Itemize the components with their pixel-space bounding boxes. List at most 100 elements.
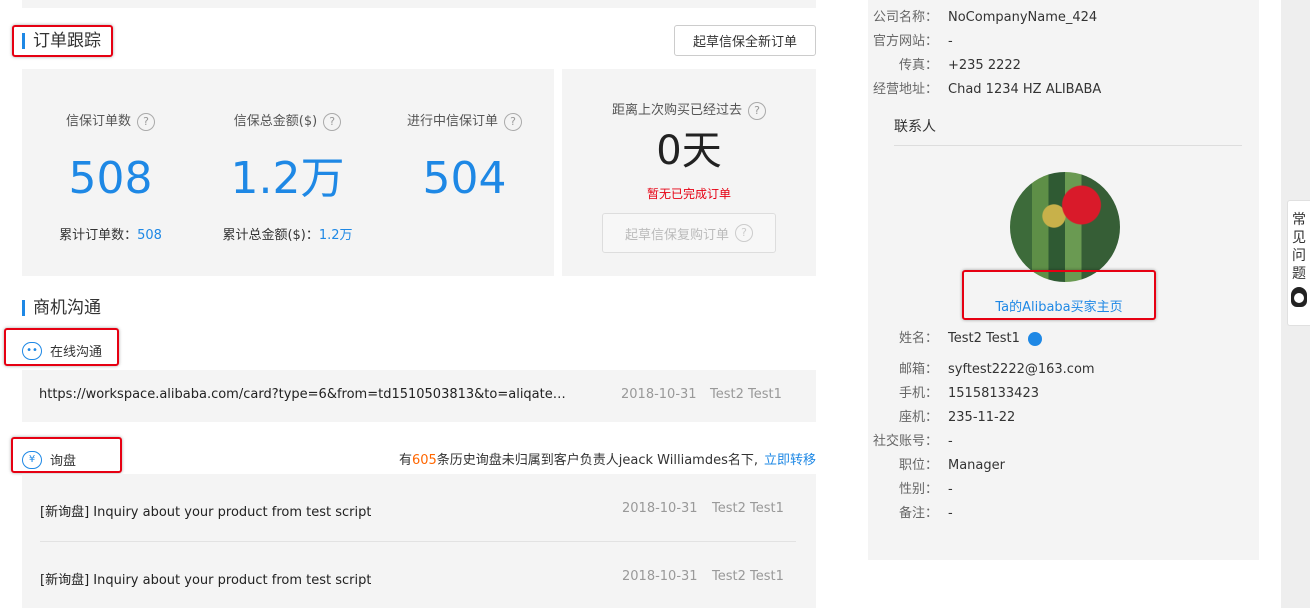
chat-link-text[interactable]: https://workspace.alibaba.com/card?type=… bbox=[39, 387, 575, 402]
communication-title: 商机沟通 bbox=[22, 298, 101, 318]
field-key: 传真： bbox=[898, 58, 938, 73]
inquiry-subject[interactable]: [新询盘] Inquiry about your product from te… bbox=[40, 569, 371, 588]
company-name-row: 公司名称： NoCompanyName_424 bbox=[868, 6, 1097, 25]
field-key: 邮箱： bbox=[898, 362, 938, 377]
field-value: +235 2222 bbox=[948, 58, 1021, 73]
field-value: 235-11-22 bbox=[948, 410, 1016, 425]
help-icon[interactable]: ? bbox=[323, 112, 342, 131]
list-item[interactable]: https://workspace.alibaba.com/card?type=… bbox=[22, 370, 816, 422]
inquiry-user: Test2 Test1 bbox=[712, 501, 784, 516]
message-date: 2018-10-31 bbox=[621, 387, 697, 402]
help-icon[interactable]: ? bbox=[137, 112, 155, 131]
stat-active-orders: 进行中信保订单? 504 bbox=[376, 69, 553, 276]
repurchase-order-button[interactable]: 起草信保复购订单? bbox=[602, 213, 776, 253]
remark-row: 备注： - bbox=[868, 502, 953, 521]
days-since-purchase: 0天 bbox=[656, 128, 722, 174]
inquiry-date: 2018-10-31 bbox=[622, 569, 698, 584]
inquiry-title: 询盘 bbox=[50, 454, 77, 469]
social-row: 社交账号： - bbox=[868, 430, 953, 449]
field-value: 15158133423 bbox=[948, 386, 1039, 401]
chat-status-icon[interactable] bbox=[1027, 331, 1042, 346]
unassigned-count: 605 bbox=[411, 453, 437, 468]
online-chat-title: 在线沟通 bbox=[50, 345, 103, 360]
stat-label: 信保订单数 bbox=[65, 114, 131, 129]
stat-value: 1.2万 bbox=[230, 153, 345, 204]
list-item[interactable]: [新询盘] Inquiry about your product from te… bbox=[22, 474, 816, 541]
faq-char: 常 bbox=[1292, 212, 1306, 228]
field-key: 座机： bbox=[898, 410, 938, 425]
stat-value: 504 bbox=[422, 153, 507, 204]
message-user: Test2 Test1 bbox=[710, 387, 782, 402]
field-key: 公司名称： bbox=[872, 10, 938, 25]
field-value: syftest2222@163.com bbox=[948, 362, 1095, 377]
order-tracking-title: 订单跟踪 bbox=[22, 31, 101, 51]
stat-label: 信保总金额($) bbox=[233, 114, 318, 129]
unassigned-inquiry-note: 有605条历史询盘未归属到客户负责人jeack Williamdes名下, 立即转… bbox=[399, 449, 816, 468]
repurchase-label: 起草信保复购订单 bbox=[624, 227, 729, 243]
stat-total-amount: 信保总金额($)? 1.2万 累计总金额($)：1.2万 bbox=[199, 69, 376, 276]
landline-row: 座机： 235-11-22 bbox=[868, 406, 1015, 425]
order-stats-panel: 信保订单数? 508 累计订单数：508 信保总金额($)? 1.2万 累计总金… bbox=[22, 69, 554, 276]
help-icon[interactable]: ? bbox=[748, 101, 766, 120]
chat-bubble-icon: •• bbox=[22, 341, 42, 360]
email-row: 邮箱： syftest2222@163.com bbox=[868, 358, 1095, 377]
divider bbox=[894, 145, 1242, 146]
field-key: 手机： bbox=[898, 386, 938, 401]
stat-label: 进行中信保订单 bbox=[406, 114, 498, 129]
new-order-button[interactable]: 起草信保全新订单 bbox=[674, 25, 816, 56]
buyer-homepage-link[interactable]: Ta的Alibaba买家主页 bbox=[962, 296, 1156, 315]
field-value: NoCompanyName_424 bbox=[948, 10, 1098, 25]
field-key: 社交账号： bbox=[872, 434, 938, 449]
faq-tab[interactable]: 常 见 问 题 bbox=[1287, 200, 1310, 326]
field-value: - bbox=[948, 482, 953, 497]
faq-char: 见 bbox=[1292, 230, 1306, 246]
help-icon: ? bbox=[735, 224, 753, 242]
faq-char: 题 bbox=[1292, 266, 1306, 282]
no-completed-orders-warning: 暂无已完成订单 bbox=[646, 187, 731, 201]
field-value: Test2 Test1 bbox=[948, 331, 1020, 346]
field-value: Chad 1234 HZ ALIBABA bbox=[948, 82, 1102, 97]
field-value: - bbox=[948, 434, 953, 449]
position-row: 职位： Manager bbox=[868, 454, 1005, 473]
field-key: 性别： bbox=[898, 482, 938, 497]
field-key: 官方网站： bbox=[872, 34, 938, 49]
name-row: 姓名： Test2 Test1 bbox=[868, 327, 1042, 346]
last-purchase-label: 距离上次购买已经过去 bbox=[611, 103, 742, 118]
stat-sub-value: 508 bbox=[137, 228, 162, 243]
stat-sub-label: 累计订单数： bbox=[59, 228, 138, 243]
inquiry-header: ¥ 询盘 bbox=[22, 450, 76, 469]
stat-sub-value: 1.2万 bbox=[318, 228, 353, 243]
field-key: 经营地址： bbox=[872, 82, 938, 97]
address-row: 经营地址： Chad 1234 HZ ALIBABA bbox=[868, 78, 1101, 97]
yen-chat-icon: ¥ bbox=[22, 450, 42, 469]
field-value: - bbox=[948, 506, 953, 521]
note-prefix: 有 bbox=[398, 453, 412, 468]
stat-value: 508 bbox=[68, 153, 153, 204]
transfer-now-link[interactable]: 立即转移 bbox=[764, 453, 816, 468]
stat-sub-label: 累计总金额($)： bbox=[222, 228, 319, 243]
field-value: - bbox=[948, 34, 953, 49]
field-value: Manager bbox=[948, 458, 1005, 473]
avatar[interactable] bbox=[1010, 172, 1120, 282]
field-key: 备注： bbox=[898, 506, 938, 521]
top-panel-edge bbox=[22, 0, 816, 8]
field-key: 职位： bbox=[898, 458, 938, 473]
faq-char: 问 bbox=[1292, 248, 1306, 264]
online-chat-header: •• 在线沟通 bbox=[22, 341, 102, 360]
last-purchase-panel: 距离上次购买已经过去? 0天 暂无已完成订单 起草信保复购订单? bbox=[562, 69, 816, 276]
website-row: 官方网站： - bbox=[868, 30, 953, 49]
help-icon[interactable]: ? bbox=[504, 112, 522, 131]
list-item[interactable]: [新询盘] Inquiry about your product from te… bbox=[22, 542, 816, 608]
stat-order-count: 信保订单数? 508 累计订单数：508 bbox=[22, 69, 199, 276]
gender-row: 性别： - bbox=[868, 478, 953, 497]
field-key: 姓名： bbox=[898, 331, 938, 346]
inquiry-list: [新询盘] Inquiry about your product from te… bbox=[22, 474, 816, 608]
inquiry-date: 2018-10-31 bbox=[622, 501, 698, 516]
contact-title: 联系人 bbox=[894, 119, 936, 135]
inquiry-user: Test2 Test1 bbox=[712, 569, 784, 584]
inquiry-subject[interactable]: [新询盘] Inquiry about your product from te… bbox=[40, 501, 371, 520]
mobile-row: 手机： 15158133423 bbox=[868, 382, 1039, 401]
note-suffix: 条历史询盘未归属到客户负责人jeack Williamdes名下, bbox=[436, 453, 758, 468]
page-root: 订单跟踪 起草信保全新订单 信保订单数? 508 累计订单数：508 信保总金额… bbox=[0, 0, 1310, 608]
fax-row: 传真： +235 2222 bbox=[868, 54, 1021, 73]
